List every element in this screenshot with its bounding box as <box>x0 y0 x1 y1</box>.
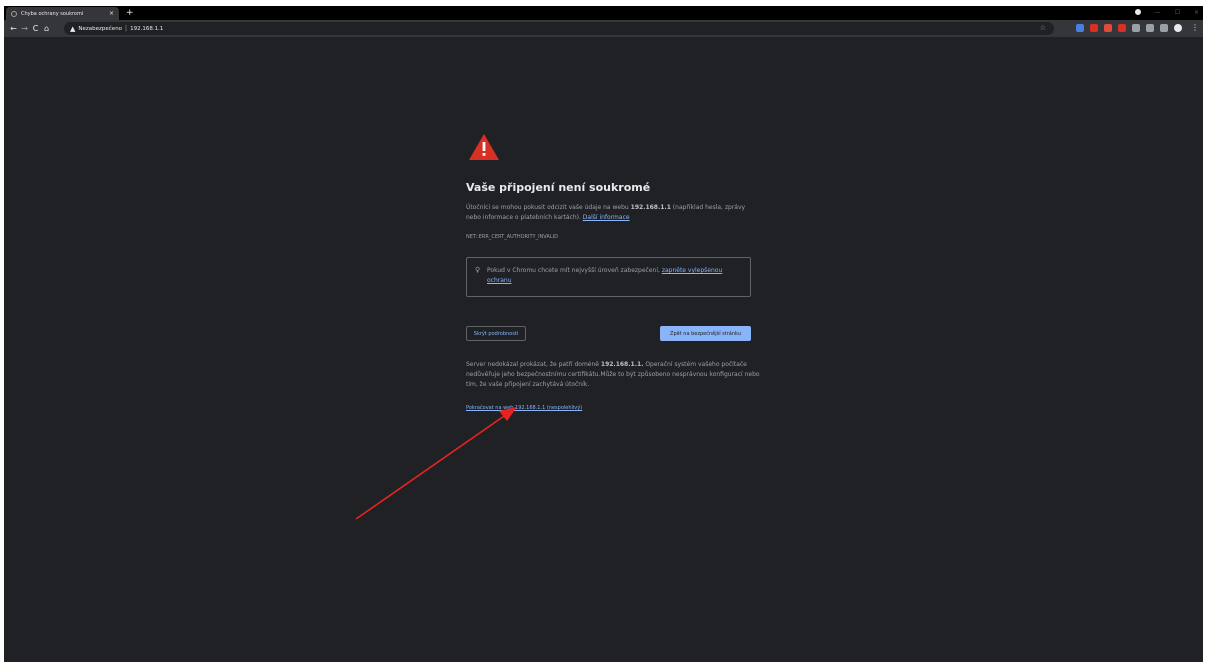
warning-triangle-icon <box>469 134 499 160</box>
profile-avatar-icon[interactable] <box>1174 24 1182 32</box>
bookmark-star-icon[interactable]: ☆ <box>1040 24 1046 32</box>
new-tab-icon[interactable]: + <box>126 7 134 19</box>
interstitial-page: Vaše připojení není soukromé Útočníci se… <box>4 37 1203 662</box>
security-status-label[interactable]: Nezabezpečeno <box>78 26 122 32</box>
puzzle-extension-icon[interactable] <box>1160 24 1168 32</box>
reload-icon[interactable]: C <box>30 24 41 33</box>
lightbulb-icon: ♀ <box>475 266 481 274</box>
snowflake-extension-icon[interactable] <box>1132 24 1140 32</box>
red-square-extension-icon[interactable] <box>1118 24 1126 32</box>
tab-strip: Chyba ochrany soukromí × + — ☐ × <box>4 6 1203 20</box>
tab-close-icon[interactable]: × <box>109 10 114 17</box>
enhanced-protection-text: Pokud v Chromu chcete mít nejvyšší úrove… <box>487 267 662 274</box>
error-code[interactable]: NET::ERR_CERT_AUTHORITY_INVALID <box>466 232 558 242</box>
browser-window: Chyba ochrany soukromí × + — ☐ × ← → C ⌂… <box>4 6 1203 662</box>
minimize-icon[interactable]: — <box>1155 7 1161 19</box>
main-message: Útočníci se mohou pokusit odcizit vaše ú… <box>466 203 756 223</box>
grid-extension-icon[interactable] <box>1146 24 1154 32</box>
translate-extension-icon[interactable] <box>1076 24 1084 32</box>
extensions-bar <box>1076 24 1182 32</box>
page-title: Vaše připojení není soukromé <box>466 181 651 194</box>
proceed-unsafe-link[interactable]: Pokračovat na web 192.168.1.1 (nespolehl… <box>466 405 582 411</box>
red-round-extension-icon[interactable] <box>1104 24 1112 32</box>
proceed-link-container: Pokračovat na web 192.168.1.1 (nespolehl… <box>466 403 582 413</box>
url-separator: | <box>125 25 128 32</box>
home-icon[interactable]: ⌂ <box>41 24 52 33</box>
learn-more-link[interactable]: Další informace <box>583 214 630 221</box>
details-message: Server nedokázal prokázat, že patří domé… <box>466 360 766 390</box>
not-secure-warning-icon[interactable]: ▲ <box>70 25 75 33</box>
forward-icon[interactable]: → <box>19 24 30 33</box>
globe-icon <box>11 10 17 17</box>
close-window-icon[interactable]: × <box>1194 7 1199 19</box>
enhanced-protection-box: ♀ Pokud v Chromu chcete mít nejvyšší úro… <box>466 257 751 297</box>
address-bar[interactable]: ▲ Nezabezpečeno | 192.168.1.1 ☆ <box>64 22 1054 35</box>
main-message-text-start: Útočníci se mohou pokusit odcizit vaše ú… <box>466 204 631 211</box>
details-text-start: Server nedokázal prokázat, že patří domé… <box>466 361 601 368</box>
tab-title: Chyba ochrany soukromí <box>21 10 84 17</box>
profile-indicator-icon[interactable] <box>1135 9 1141 15</box>
back-to-safety-button[interactable]: Zpět na bezpečnější stránku <box>660 326 751 341</box>
adblock-extension-icon[interactable] <box>1090 24 1098 32</box>
window-controls: — ☐ × <box>1155 7 1199 19</box>
url-text[interactable]: 192.168.1.1 <box>130 26 163 32</box>
browser-toolbar: ← → C ⌂ ▲ Nezabezpečeno | 192.168.1.1 ☆ … <box>4 20 1203 37</box>
back-icon[interactable]: ← <box>8 24 19 33</box>
main-message-host: 192.168.1.1 <box>630 204 671 211</box>
browser-menu-icon[interactable]: ⋮ <box>1191 23 1199 32</box>
tab-privacy-error[interactable]: Chyba ochrany soukromí × <box>6 7 119 20</box>
maximize-icon[interactable]: ☐ <box>1175 7 1180 19</box>
hide-details-button[interactable]: Skrýt podrobnosti <box>466 326 526 341</box>
details-host: 192.168.1.1. <box>600 361 644 368</box>
